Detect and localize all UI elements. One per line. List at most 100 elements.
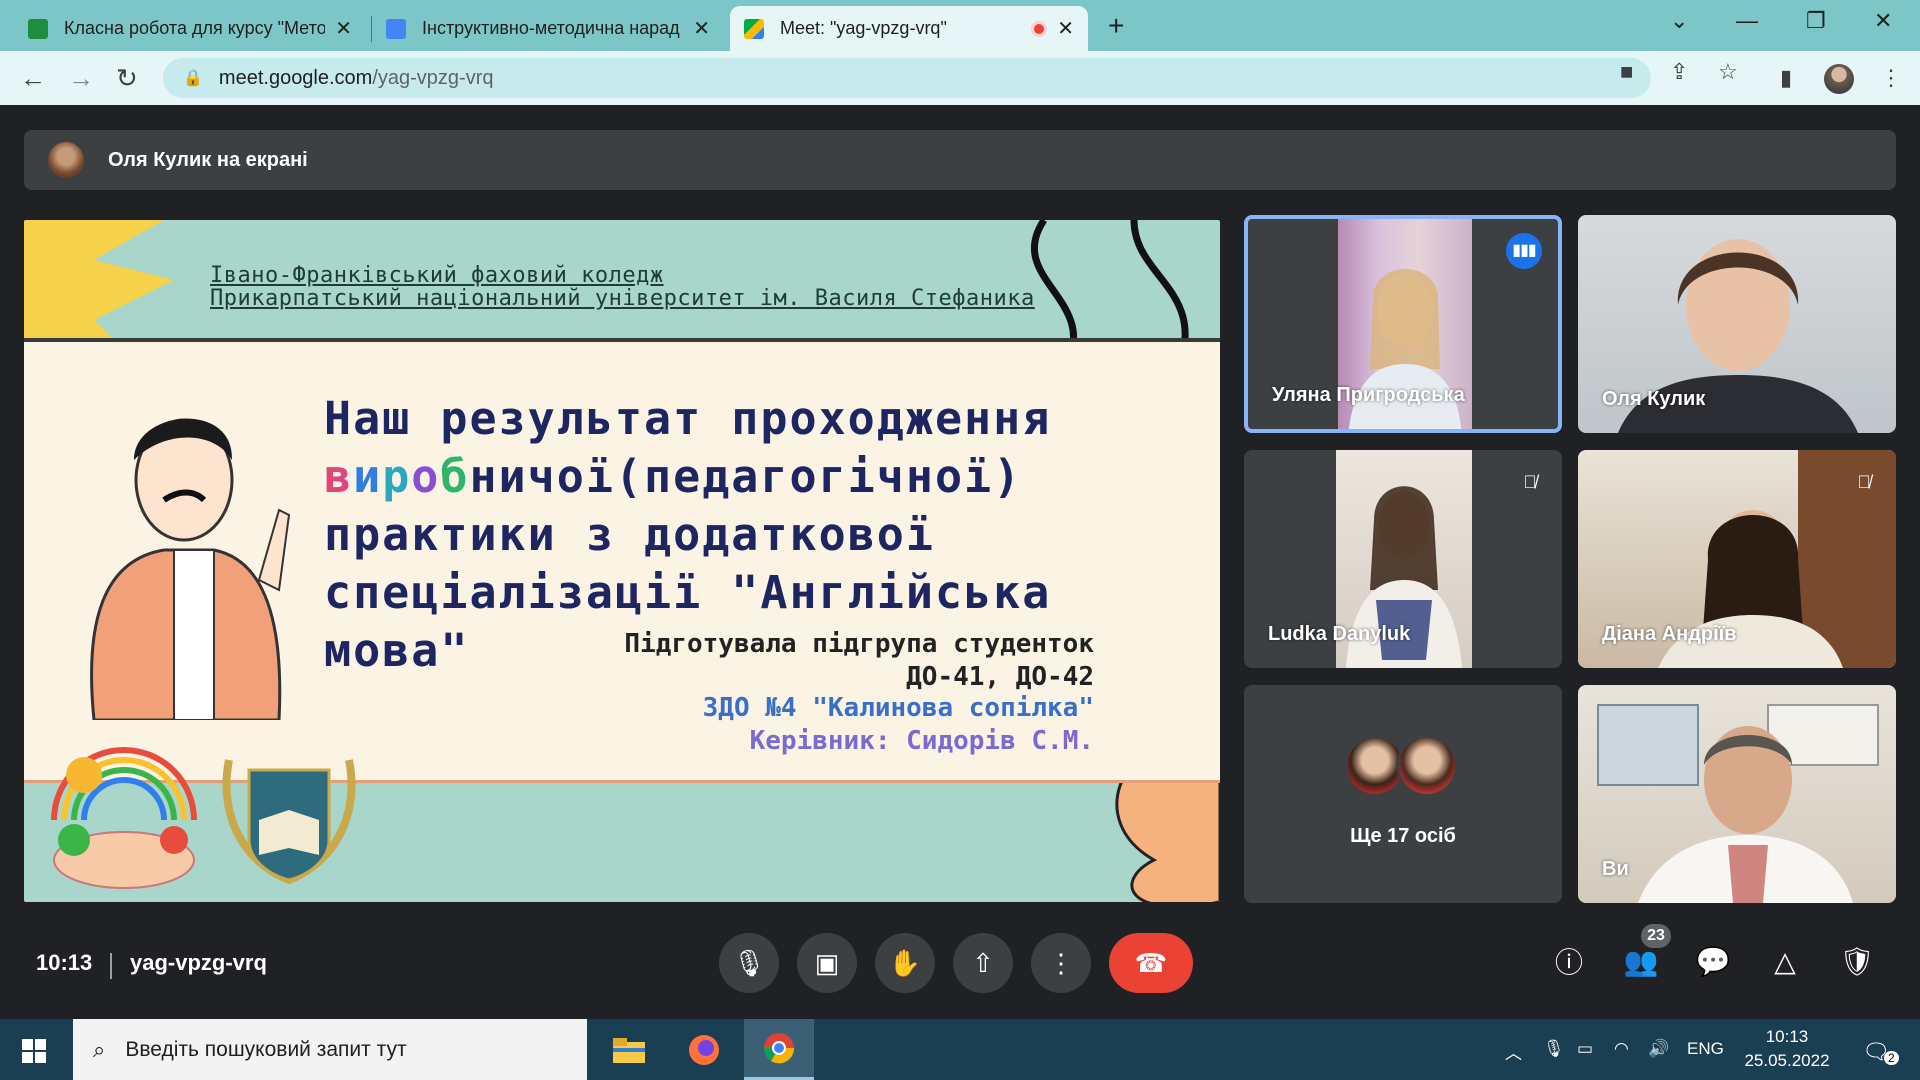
- participant-tile[interactable]: 🎙̸ Діана Андріїв: [1578, 450, 1896, 668]
- close-tab-icon[interactable]: ✕: [693, 16, 710, 41]
- title-letter: в: [324, 450, 354, 503]
- college-emblem: [222, 759, 356, 885]
- tab-title: Класна робота для курсу "Мето: [64, 18, 326, 38]
- participant-tile[interactable]: 🎙̸ Ludka Danyluk: [1244, 450, 1562, 668]
- bookmark-star-icon[interactable]: ☆: [1718, 59, 1738, 85]
- groups-line: ДО-41, ДО-42: [906, 662, 1094, 692]
- presenter-avatar: [48, 142, 84, 178]
- browser-toolbar: ← → ↻ 🔒 meet.google.com/yag-vpzg-vrq ■ ⇪…: [0, 51, 1920, 105]
- participant-avatar: [1396, 735, 1458, 797]
- title-line-rest: ничої(педагогічної): [469, 450, 1023, 503]
- university-name: Прикарпатський національний університет …: [210, 286, 1035, 311]
- meeting-clock: 10:13: [36, 950, 93, 975]
- mic-off-icon: 🎙̸: [1523, 472, 1537, 492]
- language-indicator[interactable]: ENG: [1687, 1039, 1724, 1059]
- lock-icon: 🔒: [183, 70, 203, 87]
- tab-meet[interactable]: Meet: "yag-vpzg-vrq" ✕: [730, 6, 1088, 51]
- reload-icon[interactable]: ↻: [116, 63, 138, 94]
- docs-icon: [386, 18, 406, 39]
- camera-icon: ▣: [814, 947, 840, 978]
- taskbar-time: 10:13: [1765, 1027, 1809, 1046]
- people-count-badge: 23: [1641, 924, 1671, 948]
- speaking-indicator-icon: ▮▮▮: [1506, 233, 1542, 269]
- raise-hand-button[interactable]: ✋: [875, 933, 935, 993]
- more-participants-tile[interactable]: Ще 17 осіб: [1244, 685, 1562, 903]
- mic-off-icon: 🎙̸: [1857, 472, 1871, 492]
- mic-tray-icon[interactable]: 🎙: [1543, 1039, 1565, 1059]
- taskbar-date: 25.05.2022: [1744, 1051, 1830, 1070]
- shared-screen[interactable]: Івано-Франківський фаховий коледж Прикар…: [24, 220, 1220, 902]
- back-icon[interactable]: ←: [20, 63, 46, 94]
- battery-icon[interactable]: ▭: [1577, 1039, 1593, 1059]
- microphone-icon: 🎙: [732, 947, 766, 978]
- participant-name: Уляна Пригродська: [1272, 384, 1465, 406]
- supervisor-name: Керівник: Сидорів С.М.: [749, 726, 1094, 756]
- search-icon: ⌕: [93, 1036, 106, 1062]
- prepared-line: Підготувала підгрупа студенток: [624, 629, 1094, 659]
- tab-search-icon[interactable]: ⌄: [1670, 8, 1688, 34]
- classroom-icon: [28, 18, 48, 39]
- new-tab-icon[interactable]: +: [1108, 10, 1124, 42]
- firefox-button[interactable]: [669, 1019, 739, 1080]
- close-window-icon[interactable]: ✕: [1874, 8, 1892, 34]
- file-explorer-button[interactable]: [594, 1019, 664, 1080]
- address-bar[interactable]: 🔒 meet.google.com/yag-vpzg-vrq: [163, 58, 1651, 98]
- host-controls-button[interactable]: 🛡: [1837, 941, 1877, 981]
- present-button[interactable]: ⇧: [953, 933, 1013, 993]
- hand-icon: ✋: [888, 947, 922, 978]
- more-avatars: [1344, 735, 1464, 805]
- leave-call-button[interactable]: ☎: [1109, 933, 1193, 993]
- tray-chevron-icon[interactable]: ︿: [1505, 1039, 1522, 1064]
- activities-button[interactable]: △: [1765, 941, 1805, 981]
- chat-icon: 💬: [1695, 945, 1731, 977]
- side-panel-icon[interactable]: ▮: [1780, 65, 1792, 91]
- folder-icon: [613, 1037, 645, 1063]
- taskbar-search[interactable]: ⌕ Введіть пошуковий запит тут: [73, 1019, 587, 1080]
- browser-tab-bar: Класна робота для курсу "Мето ✕ Інструкт…: [0, 0, 1920, 51]
- close-tab-icon[interactable]: ✕: [335, 16, 352, 41]
- notification-count: 2: [1884, 1051, 1899, 1065]
- microphone-button[interactable]: 🎙: [719, 933, 779, 993]
- more-options-button[interactable]: ⋮: [1031, 933, 1091, 993]
- participant-name: Ludka Danyluk: [1268, 623, 1411, 645]
- tab-classroom[interactable]: Класна робота для курсу "Мето ✕: [14, 6, 366, 51]
- end-call-icon: ☎: [1134, 947, 1168, 978]
- title-letter: б: [440, 450, 470, 503]
- menu-icon[interactable]: ⋮: [1880, 65, 1902, 91]
- forward-icon[interactable]: →: [68, 63, 94, 94]
- kindergarten-logo: [51, 747, 197, 889]
- info-icon: ⓘ: [1554, 947, 1583, 978]
- slide-header: Івано-Франківський фаховий коледж Прикар…: [210, 264, 1035, 310]
- tab-docs[interactable]: Інструктивно-методична нарад ✕: [372, 6, 724, 51]
- taskbar-clock[interactable]: 10:13 25.05.2022: [1742, 1025, 1832, 1073]
- search-placeholder: Введіть пошуковий запит тут: [125, 1037, 407, 1061]
- camera-button[interactable]: ▣: [797, 933, 857, 993]
- meeting-details-button[interactable]: ⓘ: [1549, 941, 1589, 981]
- present-screen-icon: ⇧: [972, 947, 994, 978]
- minimize-icon[interactable]: —: [1736, 8, 1758, 34]
- more-participants-label: Ще 17 осіб: [1350, 825, 1456, 847]
- cartoon-teacher-image: [90, 418, 291, 720]
- windows-start-icon[interactable]: [22, 1039, 46, 1063]
- college-name: Івано-Франківський фаховий коледж: [210, 263, 664, 288]
- share-icon[interactable]: ⇪: [1670, 59, 1688, 85]
- participant-name: Оля Кулик: [1602, 388, 1706, 410]
- meet-main: Оля Кулик на екрані Івано-Франківський ф…: [0, 105, 1920, 1019]
- activities-icon: △: [1774, 945, 1796, 977]
- participant-name: Ви: [1602, 858, 1629, 880]
- restore-icon[interactable]: ❐: [1806, 8, 1826, 34]
- participant-tile[interactable]: ▮▮▮ Уляна Пригродська: [1244, 215, 1562, 433]
- self-tile[interactable]: Ви: [1578, 685, 1896, 903]
- participant-tile[interactable]: Оля Кулик: [1578, 215, 1896, 433]
- prepared-by: Підготувала підгрупа студенток ДО-41, ДО…: [554, 628, 1094, 694]
- profile-avatar[interactable]: [1824, 64, 1854, 94]
- chrome-button[interactable]: [744, 1019, 814, 1080]
- close-tab-icon[interactable]: ✕: [1057, 16, 1074, 41]
- camera-icon[interactable]: ■: [1620, 59, 1633, 85]
- title-line: спеціалізації "Англійська: [324, 566, 1052, 619]
- chat-button[interactable]: 💬: [1693, 941, 1733, 981]
- url-host: meet.google.com: [218, 66, 373, 89]
- volume-icon[interactable]: 🔊: [1648, 1039, 1669, 1059]
- wifi-icon[interactable]: ◠: [1614, 1039, 1629, 1059]
- title-line: практики з додаткової: [324, 508, 935, 561]
